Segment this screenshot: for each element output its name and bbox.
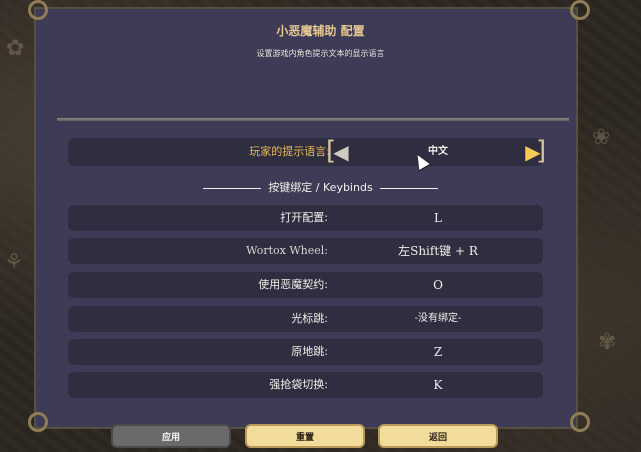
keybinds-section-header: 按键绑定 / Keybinds	[0, 179, 641, 195]
keybind-value[interactable]: K	[333, 372, 543, 398]
keybind-value[interactable]: O	[333, 272, 543, 298]
corner-ornament	[28, 0, 48, 20]
corner-ornament	[570, 0, 590, 20]
keybind-row-wortox-wheel[interactable]: Wortox Wheel: 左Shift键 + R	[68, 238, 543, 264]
reset-button[interactable]: 重置	[245, 424, 365, 448]
page-subtitle: 设置游戏内角色提示文本的显示语言	[256, 49, 385, 58]
keybind-label: 原地跳:	[291, 345, 328, 358]
keybind-label: 使用恶魔契约:	[258, 278, 328, 291]
corner-ornament	[570, 412, 590, 432]
apply-button[interactable]: 应用	[111, 424, 231, 448]
keybind-value[interactable]: Z	[333, 339, 543, 365]
keybind-row-bag-toggle[interactable]: 强抢袋切换: K	[68, 372, 543, 398]
header-line-right	[380, 187, 439, 189]
keybind-row-cursor-jump[interactable]: 光标跳: -没有绑定-	[68, 306, 543, 332]
background-doodle: ⚘	[4, 250, 24, 275]
keybind-label: 光标跳:	[291, 312, 328, 325]
keybind-row-jump-in-place[interactable]: 原地跳: Z	[68, 339, 543, 365]
keybind-label: Wortox Wheel:	[246, 244, 328, 257]
keybind-value[interactable]: -没有绑定-	[333, 306, 543, 332]
language-prev-arrow-icon[interactable]: ◀	[330, 138, 352, 166]
keybind-row-open-config[interactable]: 打开配置: L	[68, 205, 543, 231]
language-option-value: 中文	[428, 146, 448, 157]
back-button[interactable]: 返回	[378, 424, 498, 448]
keybind-label: 打开配置:	[280, 211, 328, 224]
page-title: 小恶魔辅助 配置	[276, 24, 365, 38]
right-bracket-icon: ]	[536, 136, 547, 166]
keybinds-section-title: 按键绑定 / Keybinds	[268, 181, 373, 194]
language-option-row: 玩家的提示语言: [ ◀ 中文 ▶ ]	[68, 136, 547, 166]
background-doodle: ❀	[592, 125, 611, 150]
keybind-value[interactable]: L	[333, 205, 543, 231]
section-divider	[57, 118, 569, 121]
background-doodle: ✾	[598, 330, 617, 355]
corner-ornament	[28, 412, 48, 432]
header-line-left	[202, 187, 261, 189]
keybind-value[interactable]: 左Shift键 + R	[333, 238, 543, 264]
keybind-label: 强抢袋切换:	[269, 378, 328, 391]
keybind-row-use-contract[interactable]: 使用恶魔契约: O	[68, 272, 543, 298]
language-option-label: 玩家的提示语言:	[249, 145, 330, 158]
